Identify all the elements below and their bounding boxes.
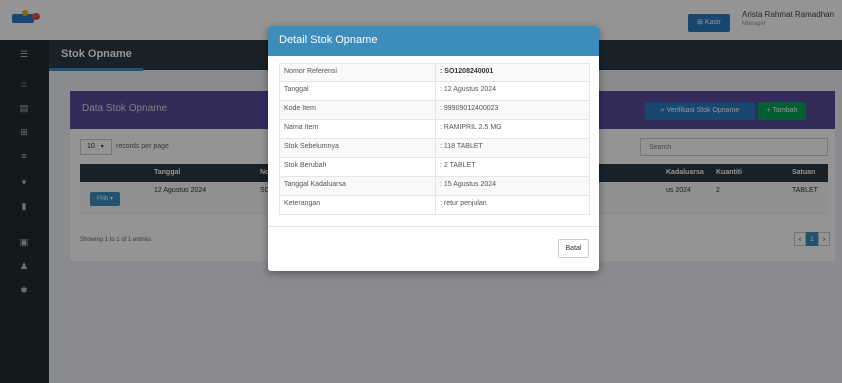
detail-label: Stok Berubah xyxy=(284,162,327,169)
detail-label: Tanggal Kadaluarsa xyxy=(284,181,346,188)
modal-header: Detail Stok Opname xyxy=(268,26,599,56)
detail-value: : RAMIPRIL 2.5 MG xyxy=(440,124,502,131)
detail-value: : 12 Agustus 2024 xyxy=(440,86,497,93)
detail-value: : 2 TABLET xyxy=(440,162,476,169)
modal-footer: Batal xyxy=(268,226,599,271)
detail-row: Keterangan : retur penjulan xyxy=(279,196,590,215)
detail-label: Kode Item xyxy=(284,105,316,112)
detail-label: Nomor Referensi xyxy=(284,68,337,75)
detail-label: Keterangan xyxy=(284,200,321,207)
detail-label: Stok Sebelumnya xyxy=(284,143,339,150)
detail-row: Kode Item : 99909012400023 xyxy=(279,101,590,120)
detail-row: Tanggal : 12 Agustus 2024 xyxy=(279,82,590,101)
detail-label: Tanggal xyxy=(284,86,309,93)
detail-value: : retur penjulan xyxy=(440,200,487,207)
detail-value: : 118 TABLET xyxy=(440,143,483,150)
detail-row: Nama Item : RAMIPRIL 2.5 MG xyxy=(279,120,590,139)
detail-modal: Detail Stok Opname Nomor Referensi : SO1… xyxy=(268,26,599,271)
modal-title: Detail Stok Opname xyxy=(279,34,378,46)
cancel-button[interactable]: Batal xyxy=(558,239,589,258)
detail-value: : 15 Agustus 2024 xyxy=(440,181,497,188)
detail-row: Tanggal Kadaluarsa : 15 Agustus 2024 xyxy=(279,177,590,196)
detail-row: Nomor Referensi : SO1208240001 xyxy=(279,63,590,82)
detail-value: : 99909012400023 xyxy=(440,105,499,112)
detail-label: Nama Item xyxy=(284,124,319,131)
detail-value: : SO1208240001 xyxy=(440,68,494,75)
detail-row: Stok Sebelumnya : 118 TABLET xyxy=(279,139,590,158)
detail-row: Stok Berubah : 2 TABLET xyxy=(279,158,590,177)
